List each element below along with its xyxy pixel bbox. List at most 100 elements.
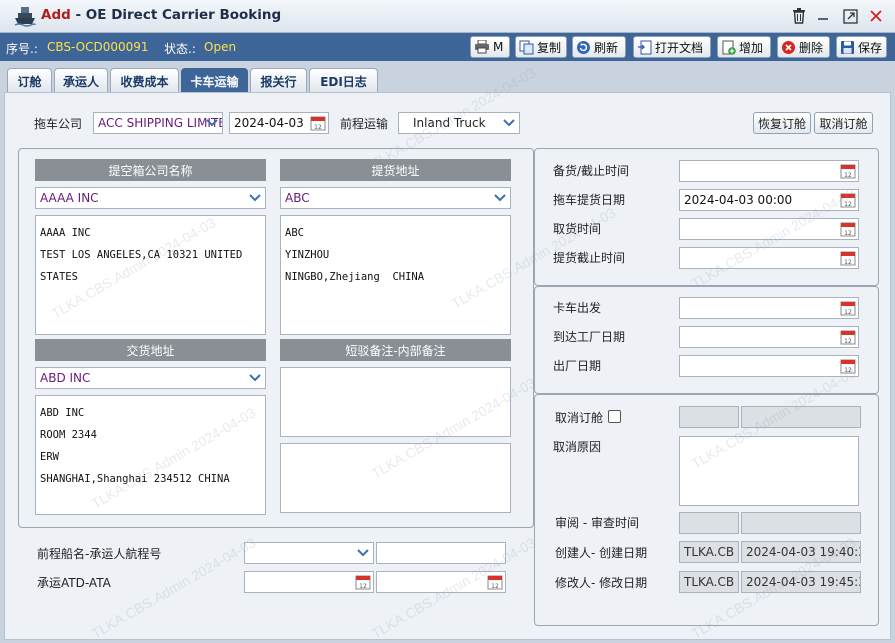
ata-field[interactable]: 12 (376, 571, 506, 593)
pickup-date-label: 拖车提货日期 (553, 193, 626, 207)
pickup-company-select[interactable]: AAAA INC (35, 187, 266, 209)
arrive-factory-label: 到达工厂日期 (553, 330, 626, 344)
chevron-down-icon (355, 545, 371, 561)
calendar-icon[interactable]: 12 (840, 221, 856, 237)
delivery-address-text[interactable]: ABD INC ROOM 2344 ERW SHANGHAI,Shanghai … (35, 395, 266, 515)
print-button[interactable]: M (470, 36, 510, 58)
truck-depart-field[interactable]: 12 (679, 297, 859, 319)
title-bar: Add - OE Direct Carrier Booking (0, 0, 895, 33)
svg-text:12: 12 (844, 309, 852, 316)
delivery-address-select[interactable]: ABD INC (35, 367, 266, 389)
status-label: 状态.: (164, 42, 196, 56)
calendar-icon[interactable]: 12 (840, 250, 856, 266)
minimize-icon[interactable] (811, 4, 835, 28)
trash-icon[interactable] (787, 4, 811, 28)
internal-notes-textarea[interactable] (280, 443, 511, 513)
creator-label: 创建人- 创建日期 (555, 546, 648, 560)
record-no-label: 序号.: (6, 42, 38, 56)
cancel-time-field (741, 406, 861, 428)
svg-text:12: 12 (844, 230, 852, 237)
copy-icon (519, 40, 534, 54)
copy-button[interactable]: 复制 (515, 36, 567, 58)
pickup-date-field[interactable]: 2024-04-03 00:00 12 (679, 189, 859, 211)
voyage-input[interactable] (376, 542, 506, 564)
tab-edi-log[interactable]: EDI日志 (309, 68, 378, 93)
modified-date-field: 2024-04-03 19:45:38 (741, 571, 861, 593)
tab-charges[interactable]: 收费成本 (110, 68, 179, 93)
calendar-icon[interactable]: 12 (310, 115, 326, 131)
save-icon (841, 40, 854, 54)
chevron-down-icon (492, 190, 508, 206)
status-value: Open (204, 40, 237, 54)
refresh-icon (577, 40, 590, 54)
review-time-field (741, 512, 861, 534)
calendar-icon[interactable]: 12 (487, 574, 503, 590)
pickup-address-text[interactable]: ABC YINZHOU NINGBO,Zhejiang CHINA (280, 215, 511, 335)
collect-time-label: 取货时间 (553, 222, 602, 236)
refresh-button[interactable]: 刷新 (572, 36, 626, 58)
calendar-icon[interactable]: 12 (840, 358, 856, 374)
calendar-icon[interactable]: 12 (355, 574, 371, 590)
vessel-select[interactable] (244, 542, 374, 564)
cargo-ready-field[interactable]: 12 (679, 160, 859, 182)
delete-button[interactable]: 删除 (777, 36, 830, 58)
printer-icon (475, 40, 489, 54)
svg-text:12: 12 (491, 583, 499, 590)
pre-carriage-select[interactable]: Inland Truck (398, 112, 520, 134)
svg-text:12: 12 (314, 124, 322, 131)
creator-field: TLKA.CB (679, 541, 739, 563)
cancel-reason-label: 取消原因 (553, 440, 602, 454)
tab-trucking[interactable]: 卡车运输 (181, 68, 248, 93)
collect-time-field[interactable]: 12 (679, 218, 859, 240)
pickup-address-header: 提货地址 (280, 159, 511, 181)
close-icon[interactable] (864, 4, 888, 28)
chevron-down-icon (501, 115, 517, 131)
review-label: 审阅 - 审查时间 (555, 516, 639, 530)
add-document-icon (722, 40, 736, 55)
drayage-notes-textarea[interactable] (280, 367, 511, 437)
calendar-icon[interactable]: 12 (840, 163, 856, 179)
cancel-booking-label: 取消订舱 (555, 411, 604, 425)
window-title: Add - OE Direct Carrier Booking (41, 7, 282, 23)
tab-customs-broker[interactable]: 报关行 (250, 68, 307, 93)
tab-carrier[interactable]: 承运人 (54, 68, 108, 93)
notes-header: 短驳备注-内部备注 (280, 339, 511, 361)
arrive-factory-field[interactable]: 12 (679, 326, 859, 348)
save-button[interactable]: 保存 (836, 36, 887, 58)
cancel-booking-button[interactable]: 取消订舱 (814, 112, 873, 134)
atd-field[interactable]: 12 (244, 571, 374, 593)
svg-text:12: 12 (359, 583, 367, 590)
add-button[interactable]: 增加 (717, 36, 771, 58)
cargo-ready-label: 备货/截止时间 (553, 164, 630, 178)
tab-booking[interactable]: 订舱 (7, 68, 52, 93)
calendar-icon[interactable]: 12 (840, 192, 856, 208)
vessel-voyage-label: 前程船名-承运人航程号 (37, 547, 162, 561)
maximize-icon[interactable] (838, 4, 862, 28)
svg-text:12: 12 (844, 172, 852, 179)
calendar-icon[interactable]: 12 (840, 329, 856, 345)
record-info-bar: 序号.: CBS-OCD000091 状态.: Open M 复制 刷新 打开文… (0, 33, 895, 61)
leave-factory-field[interactable]: 12 (679, 355, 859, 377)
svg-text:12: 12 (844, 338, 852, 345)
restore-booking-button[interactable]: 恢复订舱 (753, 112, 811, 134)
pickup-address-select[interactable]: ABC (280, 187, 511, 209)
modifier-label: 修改人- 修改日期 (555, 576, 648, 590)
tab-strip: 订舱 承运人 收费成本 卡车运输 报关行 EDI日志 (0, 61, 895, 93)
trucking-company-select[interactable]: ACC SHIPPING LIMITED (93, 112, 223, 134)
svg-text:12: 12 (844, 367, 852, 374)
pickup-cutoff-field[interactable]: 12 (679, 247, 859, 269)
cancel-booking-checkbox[interactable] (608, 410, 621, 423)
reviewer-field (679, 512, 739, 534)
trucking-date-field[interactable]: 2024-04-03 12 (229, 112, 329, 134)
calendar-icon[interactable]: 12 (840, 300, 856, 316)
delivery-address-header: 交货地址 (35, 339, 266, 361)
chevron-down-icon (247, 190, 263, 206)
modifier-field: TLKA.CB (679, 571, 739, 593)
pickup-company-address[interactable]: AAAA INC TEST LOS ANGELES,CA 10321 UNITE… (35, 215, 266, 335)
record-no-value: CBS-OCD000091 (47, 40, 149, 54)
ship-icon (14, 7, 36, 27)
open-document-button[interactable]: 打开文档 (633, 36, 711, 58)
svg-text:12: 12 (844, 259, 852, 266)
cancel-reason-textarea[interactable] (679, 436, 859, 506)
chevron-down-icon (247, 370, 263, 386)
